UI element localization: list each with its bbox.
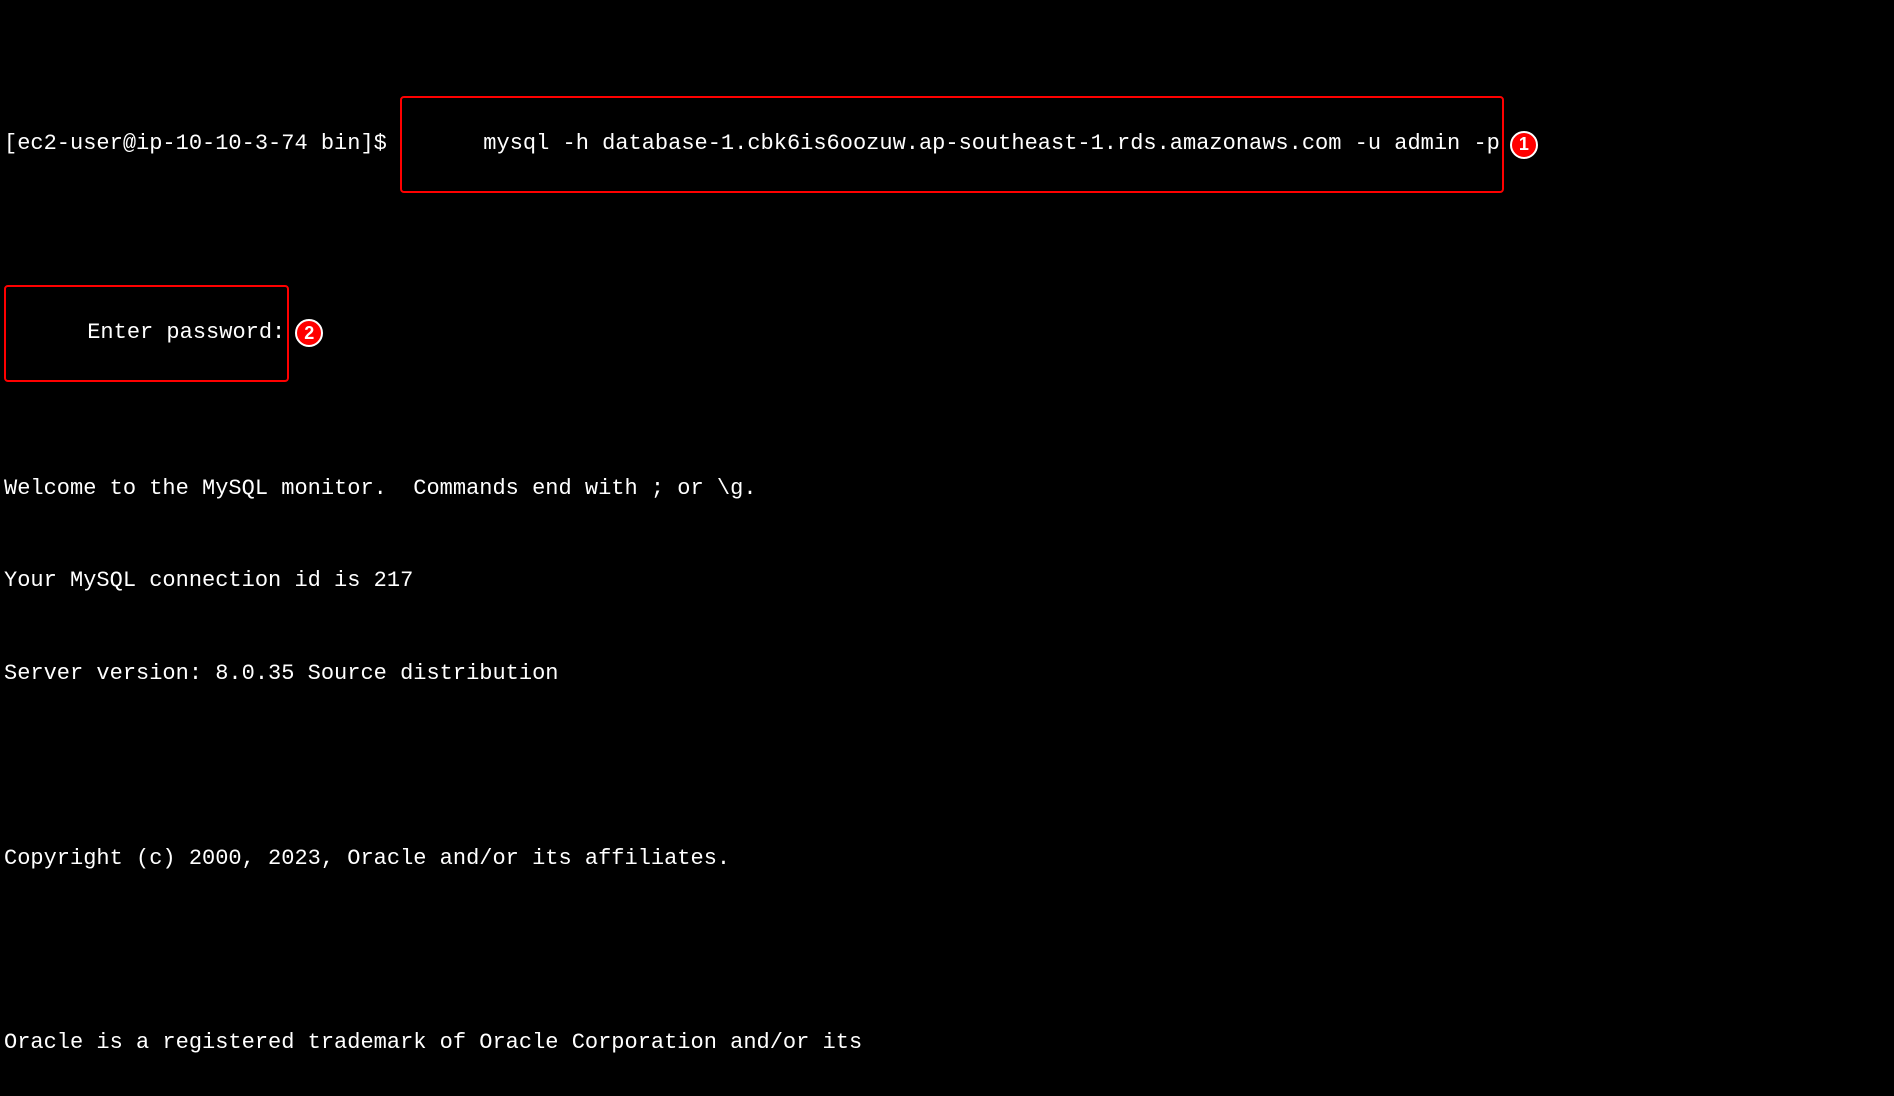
enter-password-text: Enter password: xyxy=(87,320,285,345)
blank-line-1 xyxy=(4,751,1890,782)
password-line: Enter password: 2 xyxy=(4,285,1890,381)
mysql-command: mysql -h database-1.cbk6is6oozuw.ap-sout… xyxy=(483,131,1500,156)
terminal-output: [ec2-user@ip-10-10-3-74 bin]$ mysql -h d… xyxy=(4,4,1890,1096)
annotation-badge-2: 2 xyxy=(295,319,323,347)
command-line: [ec2-user@ip-10-10-3-74 bin]$ mysql -h d… xyxy=(4,96,1890,192)
server-version-line: Server version: 8.0.35 Source distributi… xyxy=(4,659,1890,690)
annotation-badge-1: 1 xyxy=(1510,131,1538,159)
welcome-line: Welcome to the MySQL monitor. Commands e… xyxy=(4,474,1890,505)
shell-prompt: [ec2-user@ip-10-10-3-74 bin]$ xyxy=(4,129,400,160)
password-highlight-box: Enter password: xyxy=(4,285,289,381)
trademark-line-1: Oracle is a registered trademark of Orac… xyxy=(4,1028,1890,1059)
copyright-line: Copyright (c) 2000, 2023, Oracle and/or … xyxy=(4,844,1890,875)
connection-id-line: Your MySQL connection id is 217 xyxy=(4,566,1890,597)
blank-line-2 xyxy=(4,936,1890,967)
command-highlight-box: mysql -h database-1.cbk6is6oozuw.ap-sout… xyxy=(400,96,1504,192)
